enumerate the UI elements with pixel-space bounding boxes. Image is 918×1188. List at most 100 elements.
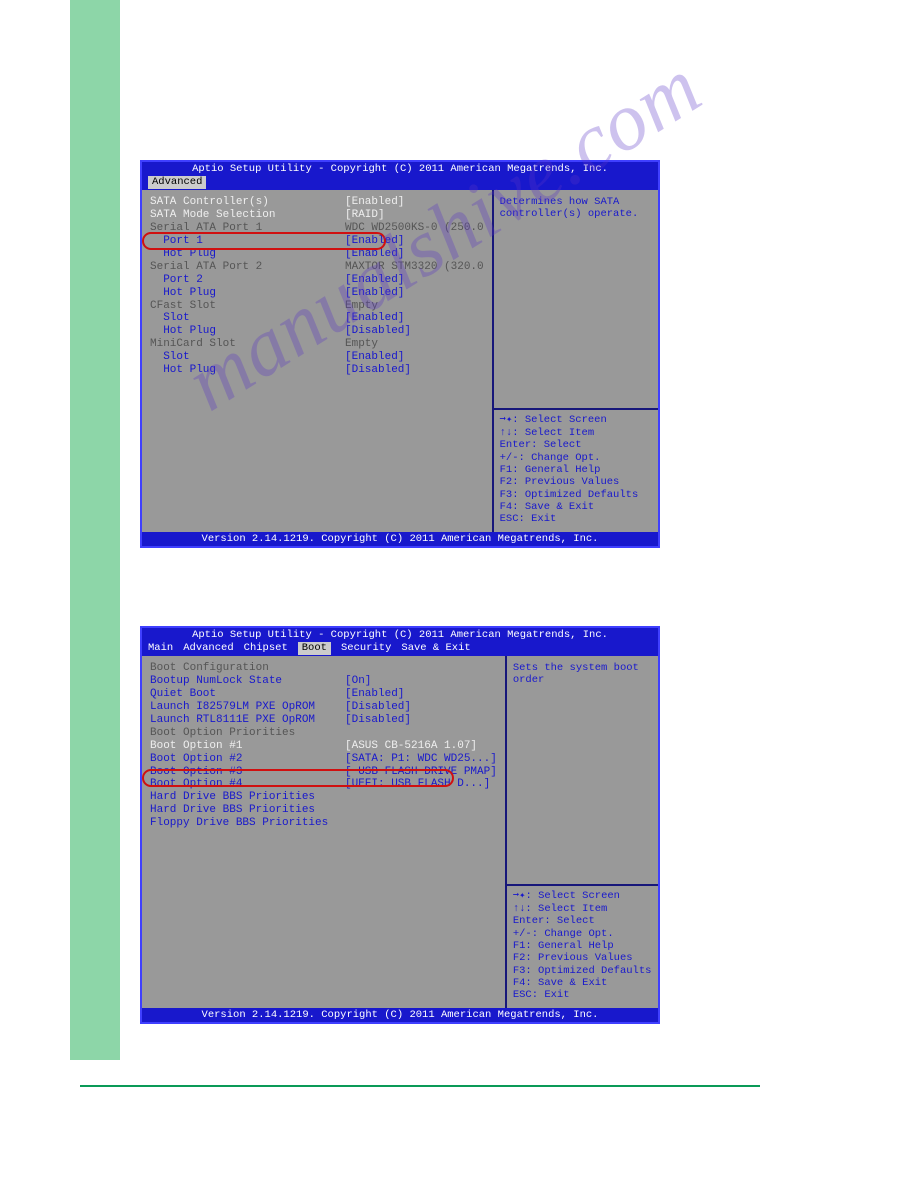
setting-row: CFast SlotEmpty bbox=[150, 300, 484, 313]
help-key-line: F2: Previous Values bbox=[513, 952, 652, 964]
setting-row[interactable]: Launch RTL8111E PXE OpROM[Disabled] bbox=[150, 714, 497, 727]
help-keys: ➞✦: Select Screen↑↓: Select ItemEnter: S… bbox=[500, 414, 652, 525]
setting-row[interactable]: Hot Plug[Enabled] bbox=[150, 287, 484, 300]
setting-label: Port 2 bbox=[150, 274, 345, 287]
bios-help-panel: Sets the system boot order ➞✦: Select Sc… bbox=[505, 656, 658, 1008]
setting-row[interactable]: Quiet Boot[Enabled] bbox=[150, 688, 497, 701]
setting-row[interactable]: Slot[Enabled] bbox=[150, 351, 484, 364]
setting-value: [Enabled] bbox=[345, 287, 404, 300]
help-key-line: F4: Save & Exit bbox=[513, 977, 652, 989]
help-key-line: F3: Optimized Defaults bbox=[513, 965, 652, 977]
setting-row[interactable]: Hot Plug[Disabled] bbox=[150, 364, 484, 377]
setting-label: Hot Plug bbox=[150, 325, 345, 338]
setting-value: [Disabled] bbox=[345, 364, 411, 377]
setting-value: MAXTOR STM3320 (320.0 bbox=[345, 261, 484, 274]
bios-footer: Version 2.14.1219. Copyright (C) 2011 Am… bbox=[142, 1008, 658, 1022]
setting-value: [SATA: P1: WDC WD25...] bbox=[345, 753, 497, 766]
help-key-line: F4: Save & Exit bbox=[500, 501, 652, 513]
help-keys: ➞✦: Select Screen↑↓: Select ItemEnter: S… bbox=[513, 890, 652, 1001]
setting-label: Boot Option #3 bbox=[150, 766, 345, 779]
divider bbox=[494, 408, 658, 410]
setting-label: SATA Mode Selection bbox=[150, 209, 345, 222]
help-key-line: ESC: Exit bbox=[500, 513, 652, 525]
help-key-line: F2: Previous Values bbox=[500, 476, 652, 488]
setting-row[interactable]: SATA Mode Selection[RAID] bbox=[150, 209, 484, 222]
setting-value: [Enabled] bbox=[345, 248, 404, 261]
setting-label: CFast Slot bbox=[150, 300, 345, 313]
setting-row: Boot Configuration bbox=[150, 662, 497, 675]
bios-screenshot-advanced: Aptio Setup Utility - Copyright (C) 2011… bbox=[140, 160, 660, 548]
setting-row[interactable]: Boot Option #3[ USB FLASH DRIVE PMAP] bbox=[150, 766, 497, 779]
help-key-line: Enter: Select bbox=[500, 439, 652, 451]
setting-row[interactable]: Floppy Drive BBS Priorities bbox=[150, 817, 497, 830]
tab-advanced[interactable]: Advanced bbox=[148, 176, 206, 188]
tab-advanced[interactable]: Advanced bbox=[183, 642, 233, 654]
setting-label: SATA Controller(s) bbox=[150, 196, 345, 209]
tab-save-exit[interactable]: Save & Exit bbox=[401, 642, 470, 654]
help-key-line: F3: Optimized Defaults bbox=[500, 489, 652, 501]
setting-label: Hot Plug bbox=[150, 248, 345, 261]
setting-row[interactable]: Hard Drive BBS Priorities bbox=[150, 791, 497, 804]
setting-value: [Enabled] bbox=[345, 196, 404, 209]
setting-label: MiniCard Slot bbox=[150, 338, 345, 351]
left-stripe bbox=[70, 0, 120, 1060]
setting-value: [Enabled] bbox=[345, 274, 404, 287]
bios-tabs: Main Advanced Chipset Boot Security Save & Ex… bbox=[142, 642, 658, 655]
setting-value: [On] bbox=[345, 675, 371, 688]
setting-label: Slot bbox=[150, 312, 345, 325]
help-key-line: ↑↓: Select Item bbox=[500, 427, 652, 439]
bios-main-panel: SATA Controller(s)[Enabled]SATA Mode Sel… bbox=[142, 190, 492, 532]
setting-value: Empty bbox=[345, 300, 378, 313]
setting-label: Hard Drive BBS Priorities bbox=[150, 791, 345, 804]
bios-title: Aptio Setup Utility - Copyright (C) 2011… bbox=[142, 162, 658, 176]
setting-label: Hot Plug bbox=[150, 364, 345, 377]
tab-security[interactable]: Security bbox=[341, 642, 391, 654]
setting-row[interactable]: Launch I82579LM PXE OpROM[Disabled] bbox=[150, 701, 497, 714]
setting-row[interactable]: Hot Plug[Enabled] bbox=[150, 248, 484, 261]
setting-row[interactable]: SATA Controller(s)[Enabled] bbox=[150, 196, 484, 209]
setting-row[interactable]: Boot Option #1[ASUS CB-5216A 1.07] bbox=[150, 740, 497, 753]
help-key-line: ESC: Exit bbox=[513, 989, 652, 1001]
setting-label: Floppy Drive BBS Priorities bbox=[150, 817, 345, 830]
setting-label: Serial ATA Port 1 bbox=[150, 222, 345, 235]
setting-row: Serial ATA Port 2MAXTOR STM3320 (320.0 bbox=[150, 261, 484, 274]
tab-main[interactable]: Main bbox=[148, 642, 173, 654]
setting-row[interactable]: Bootup NumLock State[On] bbox=[150, 675, 497, 688]
setting-label: Bootup NumLock State bbox=[150, 675, 345, 688]
help-key-line: ↑↓: Select Item bbox=[513, 903, 652, 915]
setting-row: MiniCard SlotEmpty bbox=[150, 338, 484, 351]
setting-label: Boot Option #4 bbox=[150, 778, 345, 791]
help-description: Determines how SATA controller(s) operat… bbox=[500, 196, 652, 405]
setting-row[interactable]: Boot Option #4[UEFI: USB FLASH D...] bbox=[150, 778, 497, 791]
tab-chipset[interactable]: Chipset bbox=[244, 642, 288, 654]
setting-value: [Enabled] bbox=[345, 688, 404, 701]
setting-label: Serial ATA Port 2 bbox=[150, 261, 345, 274]
help-key-line: +/-: Change Opt. bbox=[513, 928, 652, 940]
setting-value: [ASUS CB-5216A 1.07] bbox=[345, 740, 477, 753]
setting-row[interactable]: Hard Drive BBS Priorities bbox=[150, 804, 497, 817]
setting-value: [Enabled] bbox=[345, 312, 404, 325]
setting-label: Launch I82579LM PXE OpROM bbox=[150, 701, 345, 714]
setting-label: Boot Option #2 bbox=[150, 753, 345, 766]
help-key-line: F1: General Help bbox=[500, 464, 652, 476]
setting-row: Boot Option Priorities bbox=[150, 727, 497, 740]
setting-row[interactable]: Hot Plug[Disabled] bbox=[150, 325, 484, 338]
setting-value: [Disabled] bbox=[345, 325, 411, 338]
setting-label: Launch RTL8111E PXE OpROM bbox=[150, 714, 345, 727]
bios-title: Aptio Setup Utility - Copyright (C) 2011… bbox=[142, 628, 658, 642]
setting-row[interactable]: Boot Option #2[SATA: P1: WDC WD25...] bbox=[150, 753, 497, 766]
tab-boot[interactable]: Boot bbox=[298, 642, 331, 654]
setting-row[interactable]: Slot[Enabled] bbox=[150, 312, 484, 325]
help-key-line: ➞✦: Select Screen bbox=[513, 890, 652, 902]
bios-help-panel: Determines how SATA controller(s) operat… bbox=[492, 190, 658, 532]
bios-tabs: Advanced bbox=[142, 176, 658, 189]
help-key-line: +/-: Change Opt. bbox=[500, 452, 652, 464]
setting-row[interactable]: Port 1[Enabled] bbox=[150, 235, 484, 248]
setting-row: Serial ATA Port 1WDC WD2500KS-0 (250.0 bbox=[150, 222, 484, 235]
setting-value: [Disabled] bbox=[345, 701, 411, 714]
bios-footer: Version 2.14.1219. Copyright (C) 2011 Am… bbox=[142, 532, 658, 546]
setting-value: Empty bbox=[345, 338, 378, 351]
setting-label: Quiet Boot bbox=[150, 688, 345, 701]
setting-label: Boot Option Priorities bbox=[150, 727, 345, 740]
setting-row[interactable]: Port 2[Enabled] bbox=[150, 274, 484, 287]
